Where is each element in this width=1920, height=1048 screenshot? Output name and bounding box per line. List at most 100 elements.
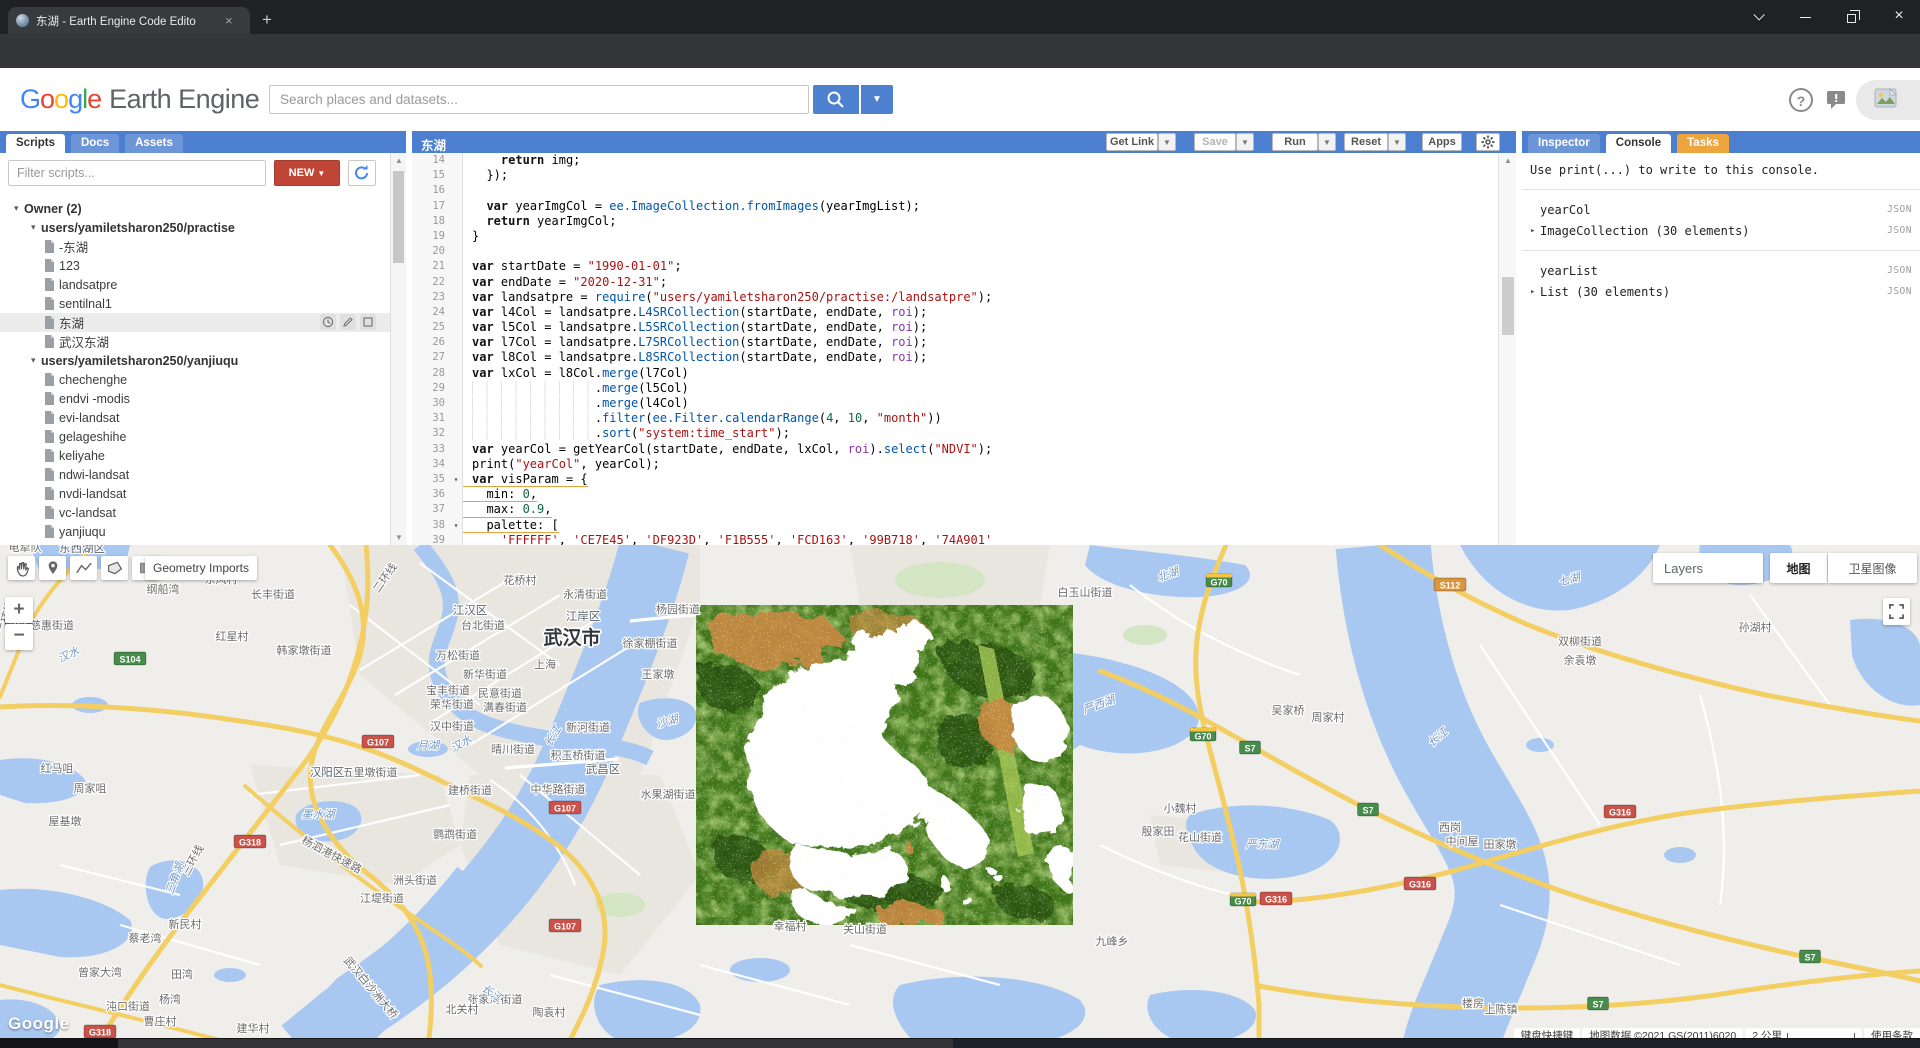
history-icon[interactable] bbox=[320, 314, 336, 330]
tab-inspector[interactable]: Inspector bbox=[1528, 134, 1600, 153]
script-tree-item[interactable]: evi-landsat bbox=[0, 408, 390, 427]
fullscreen-button[interactable] bbox=[1883, 598, 1910, 625]
scrollbar-thumb[interactable] bbox=[1502, 277, 1514, 335]
script-tree-item[interactable]: 123 bbox=[0, 256, 390, 275]
editor-scrollbar[interactable]: ▲ bbox=[1498, 153, 1516, 545]
code-line[interactable]: 29 .merge(l5Col) bbox=[412, 380, 1498, 396]
tab-tasks[interactable]: Tasks bbox=[1677, 134, 1729, 153]
script-tree-item[interactable]: keliyahe bbox=[0, 446, 390, 465]
tab-docs[interactable]: Docs bbox=[71, 134, 120, 153]
window-close-button[interactable]: × bbox=[1880, 0, 1918, 32]
reset-button[interactable]: Reset bbox=[1344, 133, 1388, 151]
collapse-arrow-icon[interactable]: ▾ bbox=[31, 355, 41, 366]
line-tool-button[interactable] bbox=[70, 556, 97, 580]
code-line[interactable]: 16 bbox=[412, 183, 1498, 199]
new-tab-button[interactable]: + bbox=[262, 10, 272, 30]
json-link[interactable]: JSON bbox=[1887, 225, 1912, 236]
script-tree-item[interactable]: ndwi-landsat bbox=[0, 465, 390, 484]
code-line[interactable]: 26 var l7Col = landsatpre.L7SRCollection(… bbox=[412, 335, 1498, 351]
script-tree-item[interactable]: yanjiuqu bbox=[0, 522, 390, 541]
search-dropdown-button[interactable]: ▼ bbox=[861, 85, 893, 114]
code-area[interactable]: 14 return img; 15 }); 16 17 var yearImgCol … bbox=[412, 153, 1498, 545]
search-button[interactable] bbox=[813, 85, 859, 114]
tab-console[interactable]: Console bbox=[1605, 134, 1672, 153]
code-line[interactable]: 34 print("yearCol", yearCol); bbox=[412, 456, 1498, 472]
script-tree-item[interactable]: gelageshihe bbox=[0, 427, 390, 446]
satellite-type-button[interactable]: 卫星图像 bbox=[1828, 553, 1917, 583]
code-line[interactable]: 30 .merge(l4Col) bbox=[412, 396, 1498, 412]
window-chevron-icon[interactable] bbox=[1738, 0, 1776, 32]
code-line[interactable]: 25 var l5Col = landsatpre.L5SRCollection(… bbox=[412, 320, 1498, 336]
zoom-out-button[interactable]: − bbox=[5, 624, 33, 650]
script-tree-item[interactable]: landsatpre bbox=[0, 275, 390, 294]
feedback-icon[interactable] bbox=[1824, 88, 1850, 112]
save-dropdown[interactable]: ▼ bbox=[1236, 133, 1254, 151]
code-line[interactable]: 37 max: 0.9, bbox=[412, 502, 1498, 518]
script-tree-item[interactable]: 武汉东湖 bbox=[0, 332, 390, 351]
delete-icon[interactable] bbox=[360, 314, 376, 330]
collapse-arrow-icon[interactable]: ▾ bbox=[31, 222, 41, 233]
run-button[interactable]: Run bbox=[1272, 133, 1318, 151]
code-line[interactable]: 38 ▾ palette: [ bbox=[412, 517, 1498, 533]
json-link[interactable]: JSON bbox=[1887, 265, 1912, 276]
geometry-imports-button[interactable]: Geometry Imports bbox=[145, 556, 257, 580]
code-line[interactable]: 31 .filter(ee.Filter.calendarRange(4, 10… bbox=[412, 411, 1498, 427]
map-type-button[interactable]: 地图 bbox=[1770, 553, 1827, 583]
code-line[interactable]: 17 var yearImgCol = ee.ImageCollection.f… bbox=[412, 198, 1498, 214]
code-line[interactable]: 28 var lxCol = l8Col.merge(l7Col) bbox=[412, 365, 1498, 381]
script-tree-item[interactable]: sentilnal1 bbox=[0, 294, 390, 313]
rename-icon[interactable] bbox=[340, 314, 356, 330]
expand-arrow-icon[interactable]: ▸ bbox=[1530, 226, 1540, 236]
new-script-button[interactable]: NEW ▼ bbox=[274, 160, 340, 186]
refresh-button[interactable] bbox=[348, 160, 376, 186]
code-line[interactable]: 19} bbox=[412, 228, 1498, 245]
script-tree-item[interactable]: chechenghe bbox=[0, 370, 390, 389]
run-dropdown[interactable]: ▼ bbox=[1318, 133, 1336, 151]
code-line[interactable]: 18 return yearImgCol; bbox=[412, 213, 1498, 229]
console-expandable-row[interactable]: ▸ ImageCollection (30 elements) JSON bbox=[1530, 220, 1912, 241]
json-link[interactable]: JSON bbox=[1887, 286, 1912, 297]
code-line[interactable]: 22 var endDate = "2020-12-31"; bbox=[412, 274, 1498, 290]
script-tree-item[interactable]: vc-landsat bbox=[0, 503, 390, 522]
map-canvas[interactable]: 电犁队东西湖区纲船湾东风村长丰街道慈惠街道红星村韩家墩街道二环线二环线汉水花桥村… bbox=[0, 545, 1920, 1048]
code-line[interactable]: 35 ▾ var visParam = { bbox=[412, 471, 1498, 488]
get-link-button[interactable]: Get Link bbox=[1106, 133, 1158, 151]
layers-panel[interactable]: Layers bbox=[1653, 553, 1763, 583]
tab-scripts[interactable]: Scripts bbox=[6, 134, 65, 153]
profile-image-chip[interactable] bbox=[1856, 80, 1920, 120]
script-tree-item[interactable]: endvi -modis bbox=[0, 389, 390, 408]
code-line[interactable]: 39 'FFFFFF', 'CE7E45', 'DF923D', 'F1B555… bbox=[412, 532, 1498, 545]
tab-close-icon[interactable]: × bbox=[225, 13, 233, 28]
collapse-arrow-icon[interactable]: ▾ bbox=[14, 203, 24, 214]
script-tree-item[interactable]: nvdi-landsat bbox=[0, 484, 390, 503]
window-minimize-button[interactable] bbox=[1786, 0, 1824, 32]
code-line[interactable]: 15 }); bbox=[412, 168, 1498, 184]
filter-scripts-input[interactable] bbox=[8, 160, 266, 186]
apps-button[interactable]: Apps bbox=[1422, 133, 1462, 151]
code-line[interactable]: 36 min: 0, bbox=[412, 487, 1498, 503]
map-area[interactable]: 电犁队东西湖区纲船湾东风村长丰街道慈惠街道红星村韩家墩街道二环线二环线汉水花桥村… bbox=[0, 545, 1920, 1048]
reset-dropdown[interactable]: ▼ bbox=[1388, 133, 1406, 151]
script-tree-item[interactable]: 东湖 bbox=[0, 313, 390, 332]
search-input[interactable] bbox=[269, 85, 809, 114]
fold-arrow-icon[interactable]: ▾ bbox=[450, 471, 463, 488]
code-line[interactable]: 20 bbox=[412, 244, 1498, 260]
code-line[interactable]: 23 var landsatpre = require("users/yamile… bbox=[412, 289, 1498, 305]
point-tool-button[interactable] bbox=[39, 556, 66, 580]
code-line[interactable]: 21 var startDate = "1990-01-01"; bbox=[412, 259, 1498, 275]
code-line[interactable]: 24 var l4Col = landsatpre.L4SRCollection(… bbox=[412, 304, 1498, 321]
scrollbar-thumb[interactable] bbox=[393, 171, 404, 263]
tab-assets[interactable]: Assets bbox=[125, 134, 183, 153]
expand-arrow-icon[interactable]: ▸ bbox=[1530, 287, 1540, 297]
script-tree-group[interactable]: ▾ users/yamiletsharon250/practise bbox=[0, 218, 390, 237]
code-line[interactable]: 27 var l8Col = landsatpre.L8SRCollection(… bbox=[412, 350, 1498, 366]
polygon-tool-button[interactable] bbox=[101, 556, 128, 580]
window-restore-button[interactable] bbox=[1832, 0, 1870, 32]
browser-tab[interactable]: 东湖 - Earth Engine Code Edito × bbox=[8, 7, 250, 34]
json-link[interactable]: JSON bbox=[1887, 204, 1912, 215]
save-button[interactable]: Save bbox=[1194, 133, 1236, 151]
script-tree-group[interactable]: ▾ Owner (2) bbox=[0, 199, 390, 218]
get-link-dropdown[interactable]: ▼ bbox=[1158, 133, 1176, 151]
help-icon[interactable]: ? bbox=[1789, 88, 1813, 112]
code-line[interactable]: 33 var yearCol = getYearCol(startDate, en… bbox=[412, 441, 1498, 457]
